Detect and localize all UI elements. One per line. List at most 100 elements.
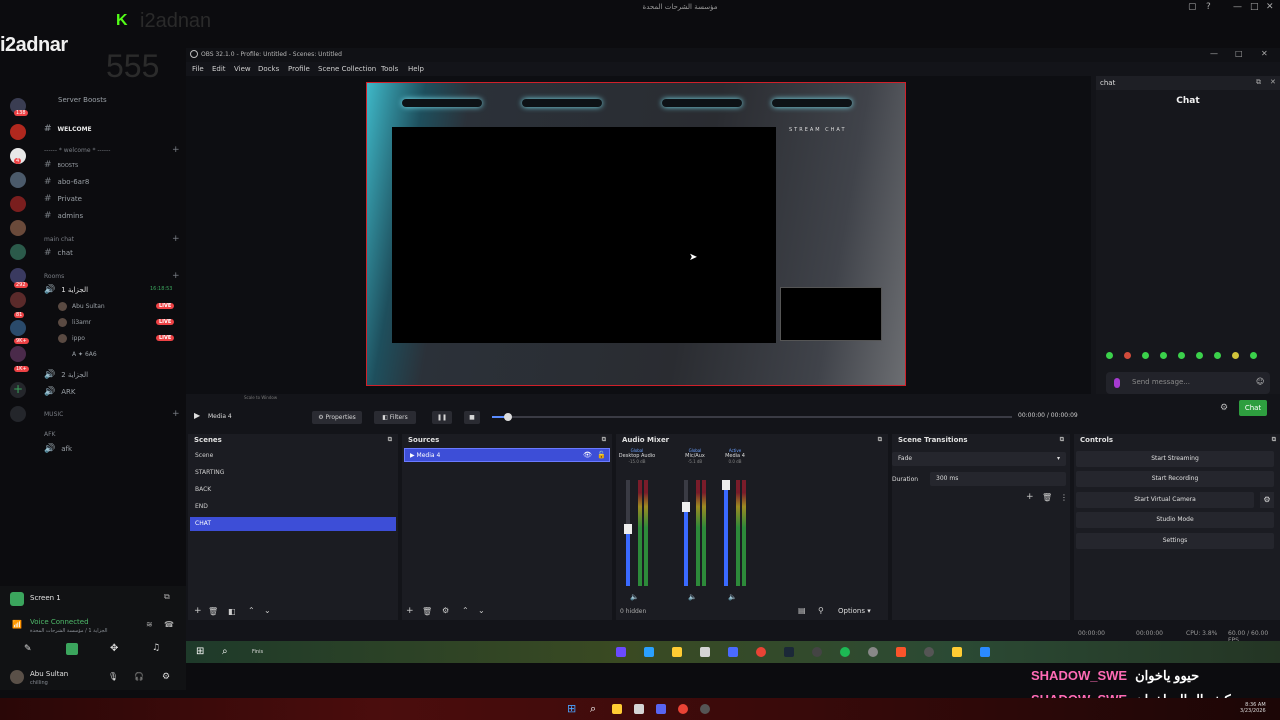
store-icon[interactable]	[700, 647, 710, 657]
channel-private[interactable]: # Private	[44, 194, 82, 204]
channel-abo-6ar8[interactable]: # abo-6ar8	[44, 177, 89, 187]
emote-icon[interactable]	[1124, 352, 1131, 359]
add-icon[interactable]: +	[194, 606, 202, 616]
steam-icon[interactable]	[784, 647, 794, 657]
source-item[interactable]: ▶ Media 4 👁 🔓	[404, 448, 610, 462]
scene-item[interactable]: STARTING	[190, 466, 395, 480]
more-icon[interactable]: ⋮	[1060, 493, 1068, 502]
close-icon[interactable]: ✕	[1261, 49, 1268, 58]
menu-help[interactable]: Help	[408, 65, 424, 73]
play-icon[interactable]: ▶	[194, 411, 200, 420]
server-icon[interactable]	[10, 172, 26, 188]
camera-icon[interactable]: ✎	[24, 644, 32, 654]
float-icon[interactable]: ⧉	[878, 436, 882, 444]
server-icon[interactable]	[10, 124, 26, 140]
emote-icon[interactable]	[1106, 352, 1113, 359]
voice-connected-channel[interactable]: الجزاية 1 / مؤسسة الشرحات المحدة	[30, 628, 108, 634]
activities-icon[interactable]: ✥	[110, 643, 118, 654]
channel-welcome[interactable]: # WELCOME	[44, 124, 92, 134]
user-name[interactable]: Abu Sultan	[30, 670, 68, 678]
server-icon[interactable]	[10, 196, 26, 212]
obs-app-icon[interactable]	[700, 704, 710, 714]
gear-icon[interactable]: ⚙	[1220, 403, 1228, 413]
app-icon[interactable]	[980, 647, 990, 657]
menu-scene-collection[interactable]: Scene Collection	[318, 65, 376, 73]
folder-icon[interactable]	[612, 704, 622, 714]
start-streaming-button[interactable]: Start Streaming	[1076, 451, 1274, 467]
help-icon[interactable]: ?	[1206, 2, 1211, 12]
mixer-options-button[interactable]: Options ▾	[838, 607, 871, 615]
float-icon[interactable]: ⧉	[1060, 436, 1064, 444]
server-icon[interactable]	[10, 244, 26, 260]
stop-button[interactable]: ■	[464, 411, 480, 424]
gear-icon[interactable]: ⚙	[1260, 492, 1274, 508]
server-icon[interactable]	[10, 292, 26, 308]
app-icon[interactable]	[868, 647, 878, 657]
mixer-hidden-count[interactable]: 0 hidden	[620, 608, 646, 615]
lock-icon[interactable]: 🔓	[597, 451, 606, 459]
add-channel-icon[interactable]: +	[172, 234, 180, 244]
chevron-down-icon[interactable]: ⌄	[478, 606, 485, 615]
chrome-icon[interactable]	[678, 704, 688, 714]
voice-channel-room-2[interactable]: 🔊 الجزاية 2	[44, 370, 88, 380]
emote-icon[interactable]	[1232, 352, 1239, 359]
gear-icon[interactable]: ⚙	[442, 606, 449, 615]
chevron-down-icon[interactable]: ⌄	[264, 606, 271, 615]
trash-icon[interactable]: 🗑	[1042, 493, 1052, 502]
chevron-up-icon[interactable]: ⌃	[462, 606, 469, 615]
category-music[interactable]: MUSIC	[44, 411, 63, 418]
emote-icon[interactable]	[1178, 352, 1185, 359]
volume-handle[interactable]	[722, 480, 730, 490]
soundboard-icon[interactable]: ♫	[152, 643, 160, 653]
eye-icon[interactable]: 👁	[583, 451, 592, 459]
emote-icon[interactable]	[1250, 352, 1257, 359]
close-icon[interactable]: ✕	[1266, 2, 1274, 12]
transition-select[interactable]: Fade ▾	[892, 452, 1066, 466]
preview-zoom[interactable]: Scale to Window	[244, 395, 277, 400]
headphones-icon[interactable]: 🎧	[134, 672, 144, 681]
volume-handle[interactable]	[624, 524, 632, 534]
emote-icon[interactable]	[1160, 352, 1167, 359]
system-clock[interactable]: 8:36 AM 3/23/2026	[1240, 702, 1266, 714]
server-icon[interactable]	[10, 320, 26, 336]
emote-icon[interactable]	[1196, 352, 1203, 359]
edge-icon[interactable]	[644, 647, 654, 657]
app-icon[interactable]	[924, 647, 934, 657]
preview-area[interactable]: STREAM CHAT ➤ Scale to Window	[186, 76, 1091, 400]
folder-icon[interactable]	[672, 647, 682, 657]
float-icon[interactable]: ⧉	[1272, 436, 1276, 444]
category-afk[interactable]: AFK	[44, 431, 56, 438]
category-main-chat[interactable]: main chat	[44, 236, 74, 243]
add-channel-icon[interactable]: +	[172, 271, 180, 281]
scene-item[interactable]: END	[190, 500, 395, 514]
voice-member[interactable]: A ✦ 6A6	[58, 350, 97, 359]
avatar[interactable]	[10, 670, 24, 684]
explore-icon[interactable]	[10, 406, 26, 422]
windows-start-icon[interactable]: ⊞	[196, 646, 204, 657]
close-icon[interactable]: ✕	[1270, 78, 1276, 86]
start-recording-button[interactable]: Start Recording	[1076, 471, 1274, 487]
chat-input[interactable]: Send message... ☺	[1106, 372, 1270, 394]
duration-input[interactable]: 300 ms	[930, 472, 1066, 486]
scene-item[interactable]: BACK	[190, 483, 395, 497]
pause-button[interactable]: ❚❚	[432, 411, 452, 424]
filter-icon[interactable]: ◧	[228, 607, 236, 616]
category-rooms[interactable]: Rooms	[44, 273, 64, 280]
menu-profile[interactable]: Profile	[288, 65, 310, 73]
server-icon[interactable]	[10, 220, 26, 236]
spotify-icon[interactable]	[840, 647, 850, 657]
add-channel-icon[interactable]: +	[172, 145, 180, 155]
channel-boosts[interactable]: # BOOSTS	[44, 160, 78, 170]
volume-handle[interactable]	[682, 502, 690, 512]
minimize-icon[interactable]: —	[1210, 49, 1218, 58]
scene-item[interactable]: Scene	[190, 449, 395, 463]
voice-channel-afk[interactable]: 🔊 afk	[44, 444, 72, 454]
float-icon[interactable]: ⧉	[1256, 78, 1261, 87]
disconnect-icon[interactable]: ☎	[164, 620, 174, 629]
voice-channel-ark[interactable]: 🔊 ARK	[44, 387, 75, 397]
voice-member[interactable]: li3amr LIVE	[58, 318, 175, 327]
trash-icon[interactable]: 🗑	[208, 607, 218, 616]
preview-canvas[interactable]: STREAM CHAT	[366, 82, 906, 386]
chevron-up-icon[interactable]: ⌃	[248, 606, 255, 615]
server-boosts[interactable]: Server Boosts	[58, 96, 107, 104]
